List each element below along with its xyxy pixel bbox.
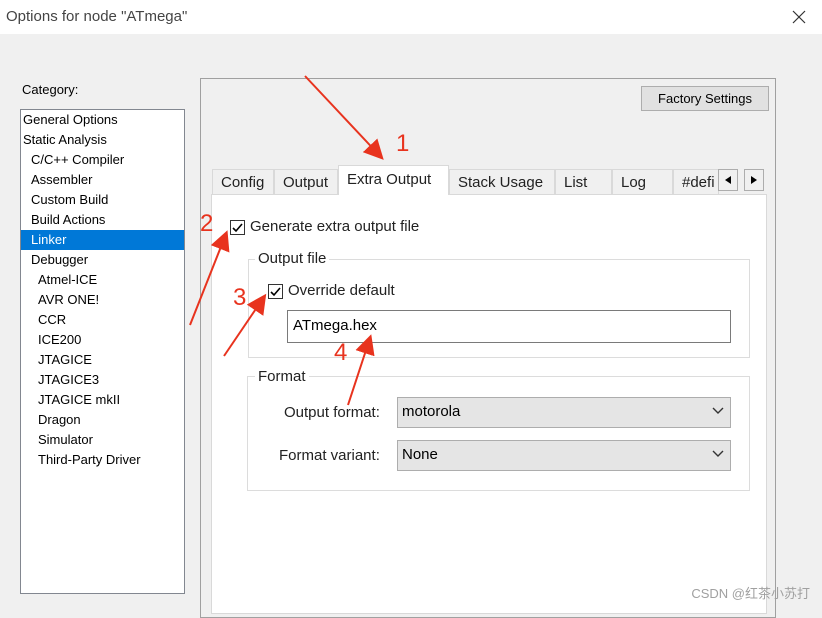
category-list[interactable]: General Options Static Analysis C/C++ Comp… [20, 109, 185, 594]
annotation-number-4: 4 [334, 339, 348, 366]
generate-extra-output-checkbox[interactable] [230, 220, 245, 235]
checkmark-icon [270, 287, 281, 297]
factory-settings-button[interactable]: Factory Settings [641, 86, 769, 111]
category-label: Category: [22, 82, 79, 97]
category-item[interactable]: JTAGICE mkII [21, 390, 184, 410]
category-item[interactable]: Atmel-ICE [21, 270, 184, 290]
category-item[interactable]: Custom Build [21, 190, 184, 210]
chevron-down-icon [712, 450, 724, 457]
output-format-label: Output format: [284, 404, 380, 421]
output-filename-input[interactable]: ATmega.hex [287, 310, 731, 343]
tab-output[interactable]: Output [274, 169, 338, 194]
title-bar: Options for node "ATmega" [0, 0, 822, 34]
override-default-checkbox[interactable] [268, 284, 283, 299]
tab-extra-output[interactable]: Extra Output [338, 165, 449, 195]
output-file-group [248, 259, 750, 358]
output-file-group-title: Output file [255, 250, 330, 267]
category-item[interactable]: Build Actions [21, 210, 184, 230]
category-item[interactable]: Simulator [21, 430, 184, 450]
close-icon [792, 10, 806, 24]
annotation-number-1: 1 [396, 130, 410, 157]
category-item[interactable]: Linker [21, 230, 184, 250]
window-title: Options for node "ATmega" [6, 8, 188, 25]
category-item[interactable]: CCR [21, 310, 184, 330]
category-item[interactable]: JTAGICE [21, 350, 184, 370]
chevron-down-icon [712, 407, 724, 414]
tab-log[interactable]: Log [612, 169, 673, 194]
category-item[interactable]: AVR ONE! [21, 290, 184, 310]
override-default-label: Override default [288, 282, 395, 299]
format-variant-select[interactable]: None [397, 440, 731, 471]
arrow-left-icon [725, 176, 731, 184]
annotation-number-3: 3 [233, 284, 247, 311]
tab-defi[interactable]: #defi [673, 169, 719, 194]
format-group-title: Format [255, 368, 309, 385]
category-item[interactable]: C/C++ Compiler [21, 150, 184, 170]
tab-config[interactable]: Config [212, 169, 274, 194]
output-format-select[interactable]: motorola [397, 397, 731, 428]
checkmark-icon [232, 223, 243, 233]
category-item[interactable]: Dragon [21, 410, 184, 430]
tab-list[interactable]: List [555, 169, 612, 194]
format-variant-label: Format variant: [279, 447, 380, 464]
category-item[interactable]: ICE200 [21, 330, 184, 350]
watermark: CSDN @红茶小苏打 [691, 586, 810, 601]
category-item[interactable]: Third-Party Driver [21, 450, 184, 470]
format-variant-value: None [402, 446, 438, 463]
category-item[interactable]: Assembler [21, 170, 184, 190]
category-item[interactable]: JTAGICE3 [21, 370, 184, 390]
format-group [247, 376, 750, 491]
category-item[interactable]: Static Analysis [21, 130, 184, 150]
tab-stack-usage[interactable]: Stack Usage [449, 169, 555, 194]
close-button[interactable] [776, 0, 822, 34]
generate-extra-output-label: Generate extra output file [250, 218, 420, 235]
arrow-right-icon [751, 176, 757, 184]
tab-scroll-left-button[interactable] [718, 169, 738, 191]
annotation-number-2: 2 [200, 210, 214, 237]
tab-scroll-right-button[interactable] [744, 169, 764, 191]
category-item[interactable]: Debugger [21, 250, 184, 270]
output-format-value: motorola [402, 403, 461, 420]
category-item[interactable]: General Options [21, 110, 184, 130]
